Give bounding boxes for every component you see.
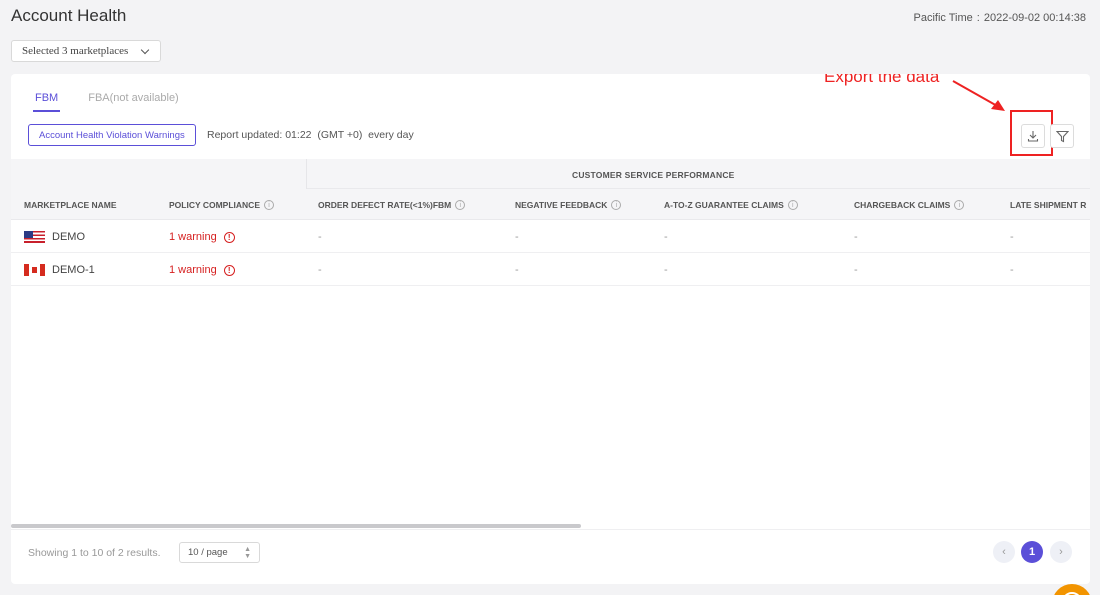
info-icon[interactable]: i bbox=[455, 200, 466, 210]
atoz-cell: - bbox=[664, 231, 668, 243]
warning-icon[interactable]: ! bbox=[223, 231, 235, 243]
col-header-late-shipment: LATE SHIPMENT R bbox=[1010, 200, 1086, 210]
atoz-cell: - bbox=[664, 264, 668, 276]
policy-compliance-cell[interactable]: 1 warning ! bbox=[169, 264, 235, 276]
page-size-value: 10 / page bbox=[188, 547, 228, 558]
odr-cell: - bbox=[318, 264, 322, 276]
col-header-label: POLICY COMPLIANCE bbox=[169, 200, 260, 210]
download-icon bbox=[1027, 131, 1039, 142]
table-header-row: MARKETPLACE NAME POLICY COMPLIANCE i ORDE… bbox=[11, 189, 1090, 220]
table-row: DEMO 1 warning ! - - - - - bbox=[11, 220, 1090, 253]
violation-warnings-button[interactable]: Account Health Violation Warnings bbox=[28, 124, 196, 146]
footer-divider bbox=[11, 529, 1090, 530]
results-summary: Showing 1 to 10 of 2 results. bbox=[28, 547, 161, 559]
horizontal-scrollbar[interactable] bbox=[11, 524, 581, 528]
warning-icon[interactable]: ! bbox=[223, 264, 235, 276]
chevron-left-icon: ‹ bbox=[1002, 546, 1006, 558]
marketplace-select-value: Selected 3 marketplaces bbox=[22, 45, 129, 57]
us-flag-icon bbox=[24, 231, 45, 243]
odr-cell: - bbox=[318, 231, 322, 243]
help-chat-button[interactable] bbox=[1052, 584, 1092, 595]
chevron-right-icon: › bbox=[1059, 546, 1063, 558]
col-header-atoz: A-TO-Z GUARANTEE CLAIMS i bbox=[664, 200, 798, 210]
marketplace-name: DEMO bbox=[52, 231, 85, 243]
late-shipment-cell: - bbox=[1010, 231, 1014, 243]
prev-page-button[interactable]: ‹ bbox=[993, 541, 1015, 563]
next-page-button[interactable]: › bbox=[1050, 541, 1072, 563]
col-header-label: MARKETPLACE NAME bbox=[24, 200, 117, 210]
info-icon[interactable]: i bbox=[611, 200, 622, 210]
info-icon[interactable]: i bbox=[264, 200, 274, 210]
page-size-select[interactable]: 10 / page ▲ ▼ bbox=[179, 542, 260, 563]
chargeback-cell: - bbox=[854, 264, 858, 276]
marketplace-name: DEMO-1 bbox=[52, 264, 95, 276]
col-header-odr: ORDER DEFECT RATE(<1%)FBM i bbox=[318, 200, 466, 210]
chargeback-cell: - bbox=[854, 231, 858, 243]
late-shipment-cell: - bbox=[1010, 264, 1014, 276]
filter-button[interactable] bbox=[1050, 124, 1074, 148]
col-header-label: NEGATIVE FEEDBACK bbox=[515, 200, 608, 210]
page-number-button[interactable]: 1 bbox=[1021, 541, 1043, 563]
report-updated-text: Report updated: 01:22 (GMT +0) every day bbox=[207, 129, 414, 141]
filter-icon bbox=[1055, 130, 1069, 142]
account-health-card: FBM FBA(not available) Account Health Vi… bbox=[11, 74, 1090, 584]
tab-fba[interactable]: FBA(not available) bbox=[88, 92, 179, 112]
col-header-label: ORDER DEFECT RATE(<1%)FBM bbox=[318, 200, 452, 210]
table-group-header-row: CUSTOMER SERVICE PERFORMANCE bbox=[11, 159, 1090, 189]
policy-warning-text[interactable]: 1 warning bbox=[169, 264, 217, 276]
marketplace-cell: DEMO bbox=[24, 231, 85, 243]
annotation-arrow-icon bbox=[952, 80, 1005, 111]
marketplace-cell: DEMO-1 bbox=[24, 264, 95, 276]
pacific-time-label: Pacific Time bbox=[913, 12, 973, 24]
col-header-label: LATE SHIPMENT R bbox=[1010, 200, 1087, 210]
tab-bar: FBM FBA(not available) bbox=[33, 92, 207, 112]
chevron-down-icon bbox=[140, 45, 150, 54]
col-header-negative-feedback: NEGATIVE FEEDBACK i bbox=[515, 200, 622, 210]
col-header-policy: POLICY COMPLIANCE i bbox=[169, 200, 274, 210]
table-row: DEMO-1 1 warning ! - - - - - bbox=[11, 253, 1090, 286]
health-table: CUSTOMER SERVICE PERFORMANCE MARKETPLACE… bbox=[11, 159, 1090, 286]
pacific-time: Pacific Time:2022-09-02 00:14:38 bbox=[913, 12, 1086, 24]
tab-fbm[interactable]: FBM bbox=[33, 92, 61, 112]
download-button[interactable] bbox=[1021, 124, 1045, 148]
col-header-label: CHARGEBACK CLAIMS bbox=[854, 200, 951, 210]
negative-feedback-cell: - bbox=[515, 231, 519, 243]
info-icon[interactable]: i bbox=[954, 200, 965, 210]
pacific-time-value: 2022-09-02 00:14:38 bbox=[983, 12, 1086, 24]
col-header-chargeback: CHARGEBACK CLAIMS i bbox=[854, 200, 965, 210]
updown-arrow-icon: ▲ ▼ bbox=[244, 545, 251, 560]
marketplace-select[interactable]: Selected 3 marketplaces bbox=[11, 40, 161, 62]
policy-warning-text[interactable]: 1 warning bbox=[169, 231, 217, 243]
policy-compliance-cell[interactable]: 1 warning ! bbox=[169, 231, 235, 243]
col-header-marketplace: MARKETPLACE NAME bbox=[24, 200, 117, 210]
pacific-time-separator: : bbox=[976, 12, 980, 24]
export-annotation: Export the data bbox=[824, 74, 940, 86]
col-header-label: A-TO-Z GUARANTEE CLAIMS bbox=[664, 200, 784, 210]
group-header-customer-service: CUSTOMER SERVICE PERFORMANCE bbox=[572, 170, 735, 180]
negative-feedback-cell: - bbox=[515, 264, 519, 276]
info-icon[interactable]: i bbox=[787, 200, 798, 210]
canada-flag-icon bbox=[24, 264, 45, 276]
page-title: Account Health bbox=[11, 6, 127, 25]
group-header-spacer bbox=[11, 159, 307, 189]
